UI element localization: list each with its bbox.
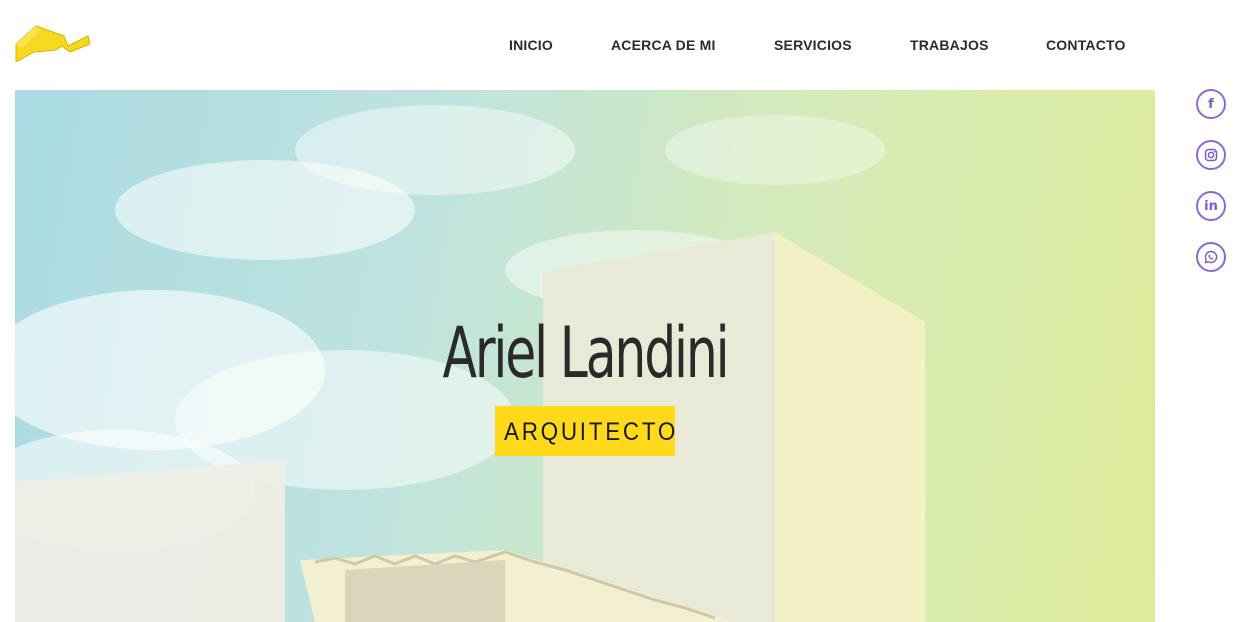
main-nav: INICIO ACERCA DE MI SERVICIOS TRABAJOS C…: [0, 37, 1252, 55]
instagram-icon[interactable]: [1196, 140, 1226, 170]
facebook-icon[interactable]: f: [1196, 89, 1226, 119]
facebook-glyph: f: [1208, 96, 1214, 112]
hero-section: Ariel Landini ARQUITECTO: [15, 90, 1155, 622]
nav-item-servicios[interactable]: SERVICIOS: [774, 37, 852, 53]
linkedin-glyph: in: [1204, 198, 1218, 214]
site-header: INICIO ACERCA DE MI SERVICIOS TRABAJOS C…: [0, 0, 1252, 90]
linkedin-icon[interactable]: in: [1196, 191, 1226, 221]
whatsapp-glyph: [1204, 250, 1218, 264]
nav-item-contacto[interactable]: CONTACTO: [1046, 37, 1126, 53]
nav-item-trabajos[interactable]: TRABAJOS: [910, 37, 989, 53]
instagram-glyph: [1204, 148, 1218, 162]
profession-badge: ARQUITECTO: [495, 406, 675, 456]
whatsapp-icon[interactable]: [1196, 242, 1226, 272]
nav-item-inicio[interactable]: INICIO: [509, 37, 553, 53]
nav-item-acerca[interactable]: ACERCA DE MI: [611, 37, 716, 53]
profession-label: ARQUITECTO: [504, 418, 679, 446]
hero-title: Ariel Landini: [442, 312, 729, 394]
